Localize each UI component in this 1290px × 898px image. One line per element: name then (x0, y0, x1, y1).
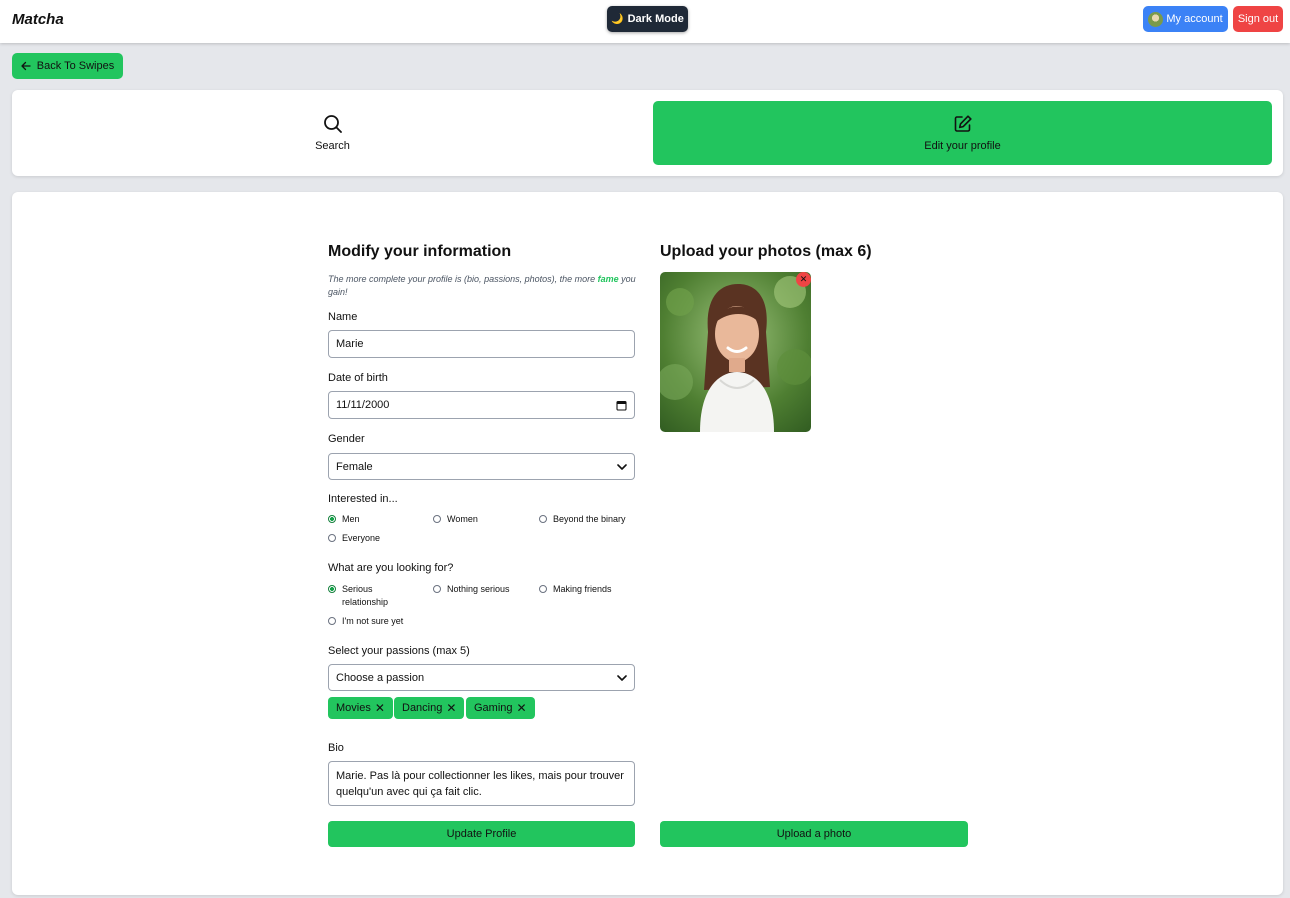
back-label: Back To Swipes (36, 60, 115, 72)
sign-out-button[interactable]: Sign out (1233, 6, 1283, 32)
calendar-icon[interactable] (616, 400, 627, 411)
tab-search-label: Search (315, 140, 350, 152)
moon-icon: 🌙 (611, 13, 624, 25)
passion-tag-dancing[interactable]: Dancing ✕ (394, 697, 465, 719)
passion-tag-movies[interactable]: Movies ✕ (328, 697, 393, 719)
looking-option-friends[interactable]: Making friends (539, 583, 612, 596)
interest-option-beyond-binary[interactable]: Beyond the binary (539, 513, 626, 526)
dark-mode-label: Dark Mode (627, 13, 684, 25)
profile-form-card: Modify your information The more complet… (12, 192, 1283, 895)
name-field[interactable]: Marie (328, 330, 635, 358)
edit-icon (954, 115, 972, 132)
avatar (1148, 11, 1164, 27)
radio-icon (328, 534, 336, 542)
dark-mode-button[interactable]: 🌙 Dark Mode (607, 6, 688, 32)
radio-label: I'm not sure yet (342, 616, 404, 626)
photo-image (660, 272, 811, 432)
radio-icon (328, 585, 336, 593)
interest-option-men[interactable]: Men (328, 513, 360, 526)
radio-icon (539, 585, 547, 593)
radio-label: Women (447, 514, 478, 524)
bio-label: Bio (328, 742, 344, 754)
radio-icon (539, 515, 547, 523)
app-logo[interactable]: Matcha (12, 11, 64, 28)
back-to-swipes-button[interactable]: Back To Swipes (12, 53, 123, 79)
tab-search[interactable]: Search (23, 101, 642, 165)
profile-photo[interactable] (660, 272, 811, 432)
name-label: Name (328, 311, 358, 323)
gender-value: Female (336, 460, 373, 473)
radio-label: Making friends (553, 584, 612, 594)
radio-label: Beyond the binary (553, 514, 626, 524)
hint-fame-word: fame (597, 274, 619, 284)
chevron-down-icon (617, 674, 627, 681)
upload-photo-button[interactable]: Upload a photo (660, 821, 968, 847)
gender-label: Gender (328, 433, 365, 445)
name-value: Marie (336, 338, 364, 350)
passion-select[interactable]: Choose a passion (328, 664, 635, 691)
tag-label: Dancing (402, 702, 443, 714)
dob-field[interactable]: 11/11/2000 (328, 391, 635, 419)
top-navbar: Matcha 🌙 Dark Mode My account Sign out (0, 0, 1290, 43)
close-icon: ✕ (799, 274, 808, 284)
tab-edit-label: Edit your profile (924, 140, 1001, 152)
interest-option-everyone[interactable]: Everyone (328, 532, 380, 545)
search-icon (323, 115, 342, 133)
tabs-card: Search Edit your profile (12, 90, 1283, 176)
close-icon[interactable]: ✕ (446, 701, 456, 715)
radio-icon (328, 617, 336, 625)
radio-label: Men (342, 514, 360, 524)
delete-photo-button[interactable]: ✕ (796, 272, 811, 287)
radio-icon (328, 515, 336, 523)
radio-label: Serious relationship (342, 584, 389, 607)
radio-label: Everyone (342, 533, 381, 543)
chevron-down-icon (617, 463, 627, 470)
passion-tag-gaming[interactable]: Gaming ✕ (466, 697, 535, 719)
my-account-label: My account (1166, 13, 1223, 25)
looking-option-serious[interactable]: Serious relationship (328, 583, 408, 609)
close-icon[interactable]: ✕ (375, 701, 385, 715)
update-profile-button[interactable]: Update Profile (328, 821, 635, 847)
passion-placeholder: Choose a passion (336, 671, 425, 684)
fame-hint: The more complete your profile is (bio, … (328, 273, 640, 299)
interest-label: Interested in... (328, 493, 398, 505)
radio-icon (433, 515, 441, 523)
arrow-left-icon (21, 61, 31, 71)
gender-select[interactable]: Female (328, 453, 635, 480)
dob-value: 11/11/2000 (336, 399, 390, 411)
bio-textarea[interactable]: Marie. Pas là pour collectionner les lik… (328, 761, 635, 806)
close-icon[interactable]: ✕ (517, 701, 527, 715)
passions-label: Select your passions (max 5) (328, 645, 470, 657)
hint-text: The more complete your profile is (bio, … (328, 274, 598, 284)
looking-option-nothing-serious[interactable]: Nothing serious (433, 583, 510, 596)
photos-title: Upload your photos (max 6) (660, 243, 872, 260)
looking-label: What are you looking for? (328, 562, 454, 574)
radio-icon (433, 585, 441, 593)
looking-option-not-sure[interactable]: I'm not sure yet (328, 615, 403, 628)
form-title: Modify your information (328, 243, 512, 260)
my-account-button[interactable]: My account (1143, 6, 1228, 32)
tab-edit-profile[interactable]: Edit your profile (653, 101, 1272, 165)
dob-label: Date of birth (328, 372, 388, 384)
interest-option-women[interactable]: Women (433, 513, 478, 526)
tag-label: Gaming (474, 702, 513, 714)
radio-label: Nothing serious (447, 584, 510, 594)
tag-label: Movies (336, 702, 371, 714)
